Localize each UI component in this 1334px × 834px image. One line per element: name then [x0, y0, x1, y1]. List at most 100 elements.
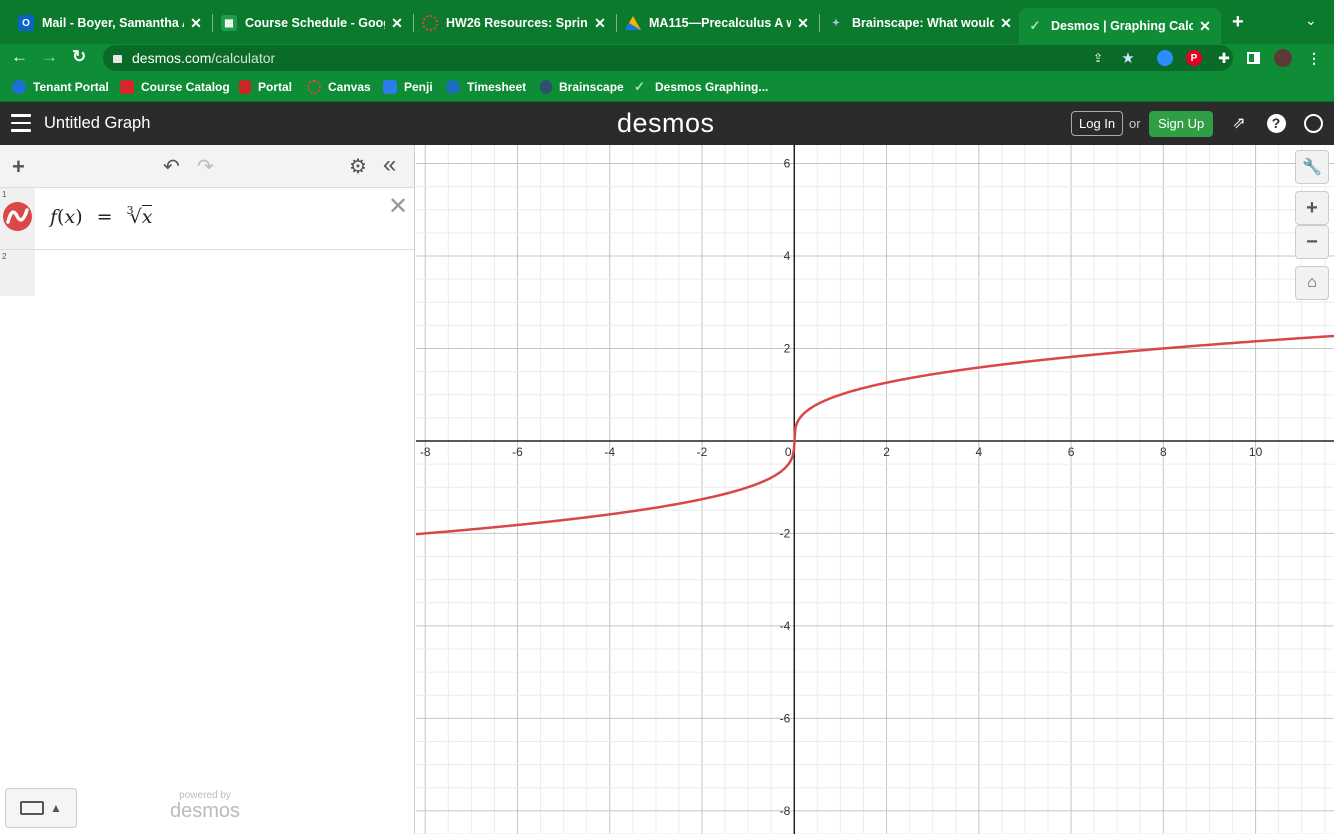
- close-icon[interactable]: ✕: [795, 15, 811, 32]
- pinterest-extension-icon[interactable]: P: [1185, 49, 1203, 67]
- browser-tab[interactable]: O Mail - Boyer, Samantha Aft ✕: [18, 9, 204, 37]
- close-icon[interactable]: ✕: [1197, 18, 1213, 35]
- or-label: or: [1129, 116, 1141, 131]
- chevron-down-icon[interactable]: ⌄: [1305, 12, 1317, 29]
- y-tick-label: 4: [784, 249, 791, 263]
- graph-title[interactable]: Untitled Graph: [44, 114, 150, 133]
- penji-icon: [383, 80, 397, 94]
- undo-icon[interactable]: ↶: [163, 154, 180, 179]
- canvas-icon: [307, 80, 321, 94]
- caret-up-icon: ▲: [50, 801, 62, 815]
- bookmark-course-catalog[interactable]: Course Catalog: [120, 80, 230, 94]
- x-tick-label: -6: [512, 445, 523, 459]
- y-tick-label: -8: [780, 804, 791, 818]
- help-icon[interactable]: ?: [1266, 113, 1286, 133]
- bookmark-penji[interactable]: Penji: [383, 80, 433, 94]
- redo-icon[interactable]: ↷: [197, 154, 214, 179]
- share-icon[interactable]: ⇪: [1089, 49, 1107, 67]
- bookmark-timesheet[interactable]: Timesheet: [446, 80, 526, 94]
- x-tick-label: -8: [420, 445, 431, 459]
- forward-arrow-icon[interactable]: →: [41, 47, 58, 67]
- address-bar-row: ← → ↻ desmos.com/calculator ⇪ ★ P ✚ ⋮: [0, 44, 1334, 72]
- graph-svg[interactable]: -8 -6 -4 -2 0 2 4 6 8 10 -8 -6 -4 -2 2 4 6: [416, 145, 1334, 834]
- x-tick-label: 10: [1249, 445, 1263, 459]
- x-tick-label: -4: [604, 445, 615, 459]
- x-tick-label: 0: [785, 445, 792, 459]
- back-arrow-icon[interactable]: ←: [11, 47, 28, 67]
- browser-tab[interactable]: ✦ Brainscape: What would yo ✕: [828, 9, 1014, 37]
- zoom-extension-icon[interactable]: [1156, 49, 1174, 67]
- menu-icon[interactable]: [11, 114, 31, 132]
- expression-toolbar: + ↶ ↷ ⚙ «: [0, 145, 414, 188]
- x-tick-label: 2: [883, 445, 890, 459]
- add-item-button[interactable]: +: [12, 154, 25, 180]
- browser-tab[interactable]: HW26 Resources: Spring 2 ✕: [422, 9, 608, 37]
- lock-icon: [113, 55, 122, 63]
- y-tick-label: -2: [780, 526, 791, 540]
- graph-settings-wrench-icon[interactable]: 🔧: [1295, 150, 1329, 184]
- sharepoint-icon: [446, 80, 460, 94]
- expression-row[interactable]: 1 f(x) = 3√x ✕: [0, 188, 414, 250]
- course-catalog-icon: [120, 80, 134, 94]
- graph-color-icon[interactable]: [3, 202, 32, 231]
- powered-by-desmos: powered by desmos: [170, 790, 241, 822]
- bookmarks-bar: Tenant Portal Course Catalog Portal Canv…: [0, 72, 1334, 102]
- x-tick-label: 6: [1068, 445, 1075, 459]
- y-tick-label: 2: [784, 341, 791, 355]
- brainscape-icon: [540, 80, 552, 94]
- y-tick-label: 6: [784, 156, 791, 170]
- series-line-cbrt: [416, 334, 1334, 536]
- keypad-toggle-button[interactable]: ▲: [5, 788, 77, 828]
- desmos-icon: ✓: [1029, 18, 1041, 33]
- x-tick-label: -2: [697, 445, 708, 459]
- canvas-icon: [422, 15, 438, 31]
- extensions-puzzle-icon[interactable]: ✚: [1215, 49, 1233, 67]
- tenant-portal-icon: [12, 80, 26, 94]
- x-tick-label: 4: [975, 445, 982, 459]
- zoom-in-button[interactable]: +: [1295, 191, 1329, 225]
- expression-panel: + ↶ ↷ ⚙ « 1 f(x) = 3√x ✕ 2 ▲ powered by …: [0, 145, 415, 834]
- bookmark-canvas[interactable]: Canvas: [307, 80, 371, 94]
- zoom-out-button[interactable]: −: [1295, 225, 1329, 259]
- bookmark-portal[interactable]: Portal: [239, 80, 292, 94]
- home-icon[interactable]: ⌂: [1295, 266, 1329, 300]
- y-tick-label: -4: [780, 619, 791, 633]
- signup-button[interactable]: Sign Up: [1149, 111, 1214, 137]
- url-field[interactable]: desmos.com/calculator: [103, 45, 1233, 71]
- bookmark-brainscape[interactable]: Brainscape: [540, 80, 624, 94]
- star-icon[interactable]: ★: [1119, 49, 1137, 67]
- close-icon[interactable]: ✕: [592, 15, 608, 32]
- language-globe-icon[interactable]: [1303, 113, 1323, 133]
- browser-tab-bar: O Mail - Boyer, Samantha Aft ✕ ▦ Course …: [0, 0, 1334, 44]
- browser-tab[interactable]: MA115—Precalculus A w/ In ✕: [625, 9, 811, 37]
- reload-icon[interactable]: ↻: [72, 47, 86, 67]
- brainscape-icon: ✦: [831, 17, 841, 29]
- portal-icon: [239, 80, 251, 94]
- desmos-icon: ✓: [634, 79, 645, 94]
- collapse-panel-icon[interactable]: «: [383, 151, 396, 179]
- login-button[interactable]: Log In: [1071, 111, 1124, 136]
- side-panel-icon[interactable]: [1244, 49, 1262, 67]
- x-tick-label: 8: [1160, 445, 1167, 459]
- outlook-icon: O: [18, 15, 34, 31]
- close-icon[interactable]: ✕: [998, 15, 1014, 32]
- close-icon[interactable]: ✕: [389, 15, 405, 32]
- avatar[interactable]: [1274, 49, 1292, 67]
- new-tab-button[interactable]: +: [1232, 11, 1244, 34]
- drive-icon: [625, 15, 641, 31]
- bookmark-tenant-portal[interactable]: Tenant Portal: [12, 80, 109, 94]
- graph-paper[interactable]: -8 -6 -4 -2 0 2 4 6 8 10 -8 -6 -4 -2 2 4 6: [416, 145, 1334, 834]
- browser-tab-active[interactable]: ✓ Desmos | Graphing Calcula ✕: [1019, 8, 1221, 44]
- app-header: Untitled Graph desmos Log In or Sign Up …: [0, 102, 1334, 145]
- bookmark-desmos[interactable]: ✓ Desmos Graphing...: [634, 79, 768, 95]
- close-icon[interactable]: ✕: [188, 15, 204, 32]
- delete-expression-icon[interactable]: ✕: [388, 192, 408, 221]
- expression-row-empty[interactable]: 2: [0, 250, 414, 296]
- browser-menu-icon[interactable]: ⋮: [1305, 49, 1323, 67]
- sheets-icon: ▦: [221, 15, 237, 31]
- settings-gear-icon[interactable]: ⚙: [349, 154, 367, 179]
- expression-input[interactable]: f(x) = 3√x: [50, 204, 153, 228]
- browser-tab[interactable]: ▦ Course Schedule - Google ✕: [221, 9, 405, 37]
- keyboard-icon: [20, 801, 45, 815]
- share-icon[interactable]: ⇗: [1229, 113, 1249, 133]
